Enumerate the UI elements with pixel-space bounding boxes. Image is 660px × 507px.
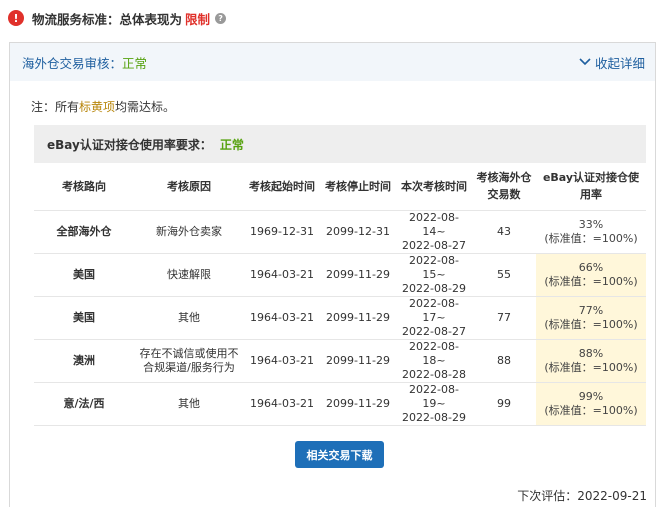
rate-standard: (标准值：=100%) bbox=[544, 317, 638, 331]
cell-reason: 快速解限 bbox=[134, 253, 244, 297]
cell-start: 1964-03-21 bbox=[244, 253, 320, 297]
cell-reason: 存在不诚信或使用不合规渠道/服务行为 bbox=[134, 339, 244, 383]
panel-title: 海外仓交易审核：正常 bbox=[22, 53, 147, 72]
review-table: 考核路向 考核原因 考核起始时间 考核停止时间 本次考核时间 考核海外仓交易数 … bbox=[34, 163, 646, 426]
banner-title: 物流服务标准：总体表现为 bbox=[32, 11, 183, 27]
period-end: 2022-08-29 bbox=[402, 410, 466, 424]
cell-route: 澳洲 bbox=[34, 339, 134, 383]
table-row: 意/法/西 其他 1964-03-21 2099-11-29 2022-08-1… bbox=[34, 382, 646, 426]
rate-value: 33% bbox=[578, 217, 604, 231]
next-evaluation-date: 下次评估：2022-09-21 bbox=[517, 489, 647, 503]
cell-count: 55 bbox=[472, 253, 536, 297]
period-end: 2022-08-27 bbox=[402, 238, 466, 252]
cell-route: 美国 bbox=[34, 296, 134, 340]
cell-reason: 其他 bbox=[134, 296, 244, 340]
col-period: 本次考核时间 bbox=[396, 163, 472, 211]
rate-standard: (标准值：=100%) bbox=[544, 403, 638, 417]
cell-reason: 新海外仓卖家 bbox=[134, 210, 244, 254]
collapse-details-toggle[interactable]: 收起详细 bbox=[579, 53, 645, 72]
note-suffix: 均需达标。 bbox=[115, 100, 176, 114]
panel-header: 海外仓交易审核：正常 收起详细 bbox=[10, 43, 655, 81]
chevron-down-icon bbox=[579, 58, 591, 66]
question-icon[interactable]: ? bbox=[215, 12, 227, 24]
rate-standard: (标准值：=100%) bbox=[544, 274, 638, 288]
col-stop: 考核停止时间 bbox=[320, 163, 396, 211]
cell-start: 1964-03-21 bbox=[244, 382, 320, 426]
period-start: 2022-08-14~ bbox=[409, 210, 459, 238]
col-route: 考核路向 bbox=[34, 163, 134, 211]
banner-status: 限制 bbox=[185, 11, 211, 27]
cell-count: 77 bbox=[472, 296, 536, 340]
table-row: 美国 其他 1964-03-21 2099-11-29 2022-08-17~ 2… bbox=[34, 296, 646, 340]
cell-period: 2022-08-15~ 2022-08-29 bbox=[396, 253, 472, 297]
period-end: 2022-08-27 bbox=[402, 324, 466, 338]
cell-start: 1964-03-21 bbox=[244, 339, 320, 383]
cell-route: 全部海外仓 bbox=[34, 210, 134, 254]
rate-value: 77% bbox=[578, 303, 604, 317]
cell-period: 2022-08-17~ 2022-08-27 bbox=[396, 296, 472, 340]
rate-value: 99% bbox=[578, 389, 604, 403]
col-start: 考核起始时间 bbox=[244, 163, 320, 211]
panel-status: 正常 bbox=[122, 55, 148, 71]
cell-stop: 2099-11-29 bbox=[320, 253, 396, 297]
cell-stop: 2099-11-29 bbox=[320, 339, 396, 383]
cell-stop: 2099-11-29 bbox=[320, 382, 396, 426]
rate-standard: (标准值：=100%) bbox=[544, 231, 638, 245]
table-row: 全部海外仓 新海外仓卖家 1969-12-31 2099-12-31 2022-… bbox=[34, 210, 646, 254]
note-highlight: 标黄项 bbox=[79, 100, 116, 114]
period-start: 2022-08-19~ bbox=[409, 382, 459, 410]
cell-rate: 66% (标准值：=100%) bbox=[536, 253, 646, 297]
cell-rate: 99% (标准值：=100%) bbox=[536, 382, 646, 426]
cell-count: 88 bbox=[472, 339, 536, 383]
table-row: 美国 快速解限 1964-03-21 2099-11-29 2022-08-15… bbox=[34, 253, 646, 297]
exclamation-icon: ! bbox=[8, 10, 24, 26]
period-start: 2022-08-18~ bbox=[409, 339, 459, 367]
cell-route: 美国 bbox=[34, 253, 134, 297]
cell-route: 意/法/西 bbox=[34, 382, 134, 426]
col-rate: eBay认证对接仓使用率 bbox=[536, 163, 646, 211]
rate-value: 66% bbox=[578, 260, 604, 274]
note-prefix: 注：所有 bbox=[31, 100, 80, 114]
cell-period: 2022-08-19~ 2022-08-29 bbox=[396, 382, 472, 426]
cell-rate: 33% (标准值：=100%) bbox=[536, 210, 646, 254]
requirement-label: eBay认证对接仓使用率要求： bbox=[47, 137, 212, 152]
panel-title-label: 海外仓交易审核： bbox=[22, 55, 123, 71]
period-start: 2022-08-17~ bbox=[409, 296, 459, 324]
cell-stop: 2099-12-31 bbox=[320, 210, 396, 254]
collapse-label: 收起详细 bbox=[594, 55, 645, 71]
cell-rate: 77% (标准值：=100%) bbox=[536, 296, 646, 340]
cell-start: 1969-12-31 bbox=[244, 210, 320, 254]
cell-count: 99 bbox=[472, 382, 536, 426]
cell-count: 43 bbox=[472, 210, 536, 254]
standard-banner: ! 物流服务标准：总体表现为 限制 ? bbox=[0, 0, 660, 36]
cell-start: 1964-03-21 bbox=[244, 296, 320, 340]
col-count: 考核海外仓交易数 bbox=[472, 163, 536, 211]
cell-reason: 其他 bbox=[134, 382, 244, 426]
table-row: 澳洲 存在不诚信或使用不合规渠道/服务行为 1964-03-21 2099-11… bbox=[34, 339, 646, 383]
requirement-bar: eBay认证对接仓使用率要求： 正常 bbox=[34, 125, 646, 163]
cell-period: 2022-08-18~ 2022-08-28 bbox=[396, 339, 472, 383]
table-header-row: 考核路向 考核原因 考核起始时间 考核停止时间 本次考核时间 考核海外仓交易数 … bbox=[34, 163, 646, 211]
period-start: 2022-08-15~ bbox=[409, 253, 459, 281]
rate-standard: (标准值：=100%) bbox=[544, 360, 638, 374]
cell-period: 2022-08-14~ 2022-08-27 bbox=[396, 210, 472, 254]
period-end: 2022-08-29 bbox=[402, 281, 466, 295]
cell-stop: 2099-11-29 bbox=[320, 296, 396, 340]
cell-rate: 88% (标准值：=100%) bbox=[536, 339, 646, 383]
download-transactions-button[interactable]: 相关交易下载 bbox=[295, 441, 384, 468]
requirement-status: 正常 bbox=[219, 137, 244, 152]
col-reason: 考核原因 bbox=[134, 163, 244, 211]
period-end: 2022-08-28 bbox=[402, 367, 466, 381]
note-text: 注：所有标黄项均需达标。 bbox=[31, 98, 175, 115]
rate-value: 88% bbox=[578, 346, 604, 360]
